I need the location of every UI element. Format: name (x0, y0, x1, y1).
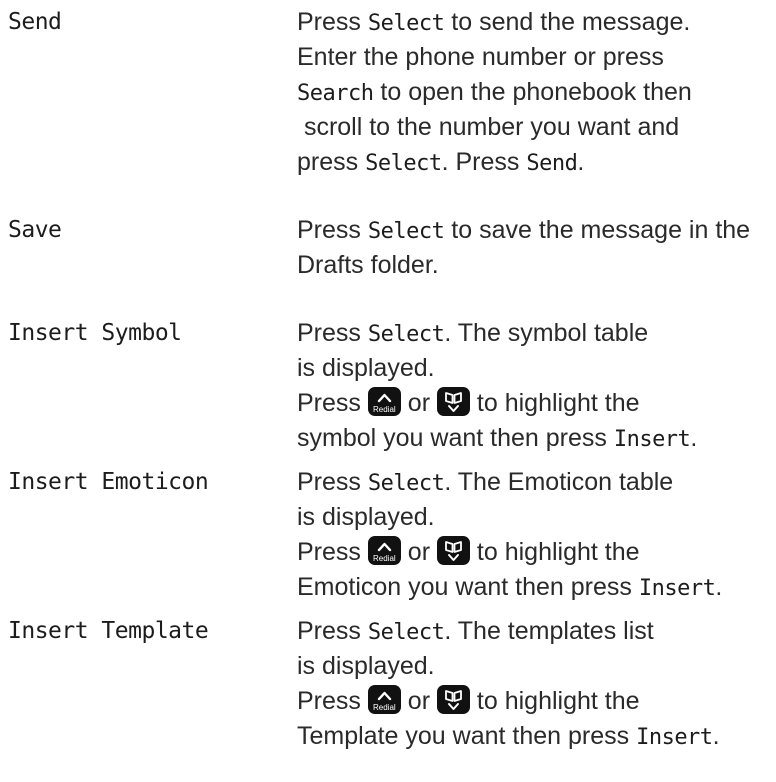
option-term: Insert Emoticon (8, 469, 209, 495)
key-label: Redial (373, 405, 396, 414)
description-text: is displayed. (297, 503, 435, 531)
description-text: to send the message. (444, 8, 691, 36)
description-text: . (712, 722, 720, 750)
description-text: is displayed. (297, 652, 435, 680)
description-text: to open the phonebook then (373, 78, 692, 106)
description-text: Enter the phone number or press (297, 43, 664, 71)
description-text: Press (297, 687, 368, 715)
option-description: Press Select to save the message in the D… (297, 213, 773, 283)
option-term: Insert Symbol (8, 320, 182, 346)
key-label: Redial (373, 554, 396, 563)
description-line: Press Select to save the message in the (297, 213, 773, 248)
description-text: or (400, 687, 437, 715)
softkey-name: Select (365, 151, 442, 176)
softkey-name: Select (367, 620, 445, 645)
description-line: Emoticon you want then press Insert. (297, 570, 773, 605)
option-term: Insert Template (8, 618, 209, 644)
description-text: Press (297, 319, 368, 347)
description-text: Press (297, 538, 368, 566)
description-line: Enter the phone number or press (297, 40, 773, 75)
description-text: to highlight the (469, 538, 640, 566)
description-line: is displayed. (297, 500, 773, 535)
description-text: . The symbol table (444, 319, 649, 347)
description-text: is displayed. (297, 354, 435, 382)
description-text: . Press (441, 148, 527, 176)
description-text: to highlight the (469, 389, 640, 417)
description-line: symbol you want then press Insert. (297, 421, 773, 456)
description-line: Template you want then press Insert. (297, 719, 773, 754)
description-text: . The Emoticon table (444, 468, 674, 496)
description-line: Press Select. The Emoticon table (297, 465, 773, 500)
description-text: Press (297, 617, 368, 645)
description-line: Press Select. The templates list (297, 614, 773, 649)
description-text: . (715, 573, 723, 601)
softkey-name: Search (297, 81, 374, 106)
description-text: or (400, 538, 437, 566)
redial-up-key-icon: Redial (367, 387, 401, 416)
description-text: Press (297, 389, 368, 417)
softkey-name: Select (367, 219, 445, 244)
description-text: Press (297, 216, 368, 244)
description-text: press (297, 148, 366, 176)
softkey-name: Insert (638, 576, 716, 601)
description-text: . The templates list (444, 617, 654, 645)
phonebook-down-key-icon (436, 387, 470, 416)
softkey-name: Select (367, 471, 445, 496)
option-term: Save (8, 217, 62, 243)
description-line: is displayed. (297, 351, 773, 386)
softkey-name: Send (526, 151, 578, 176)
softkey-name: Insert (636, 725, 713, 750)
description-text: to highlight the (469, 687, 640, 715)
option-term: Send (8, 9, 62, 35)
description-text: or (400, 389, 437, 417)
description-text: to save the message in the (444, 216, 751, 244)
description-line: Drafts folder. (297, 248, 773, 283)
description-line: is displayed. (297, 649, 773, 684)
description-line: Press Redial or to highlight the (297, 535, 773, 570)
description-text: Press (297, 8, 368, 36)
option-description: Press Select. The templates list is displ… (297, 614, 773, 754)
description-line: Press Redial or to highlight the (297, 386, 773, 421)
description-text: Template you want then press (297, 722, 637, 750)
redial-up-key-icon: Redial (367, 685, 401, 714)
option-description: Press Select to send the message. Enter t… (297, 5, 773, 180)
key-label: Redial (373, 703, 396, 712)
softkey-name: Select (367, 11, 445, 36)
description-line: Search to open the phonebook then (297, 75, 773, 110)
description-text: . (577, 148, 585, 176)
description-line: Press Select. The symbol table (297, 316, 773, 351)
description-text: Emoticon you want then press (297, 573, 639, 601)
description-line: press Select. Press Send. (297, 145, 773, 180)
description-line: Press Redial or to highlight the (297, 684, 773, 719)
redial-up-key-icon: Redial (367, 536, 401, 565)
description-line: scroll to the number you want and (297, 110, 773, 145)
description-text: scroll to the number you want and (297, 113, 680, 141)
instruction-table: Send Press Select to send the message. En… (0, 0, 776, 782)
description-text: . (690, 424, 698, 452)
description-text: Press (297, 468, 368, 496)
phonebook-down-key-icon (436, 536, 470, 565)
phonebook-down-key-icon (436, 685, 470, 714)
description-line: Press Select to send the message. (297, 5, 773, 40)
description-text: Drafts folder. (297, 251, 439, 279)
softkey-name: Select (367, 322, 445, 347)
option-description: Press Select. The symbol table is display… (297, 316, 773, 456)
description-text: symbol you want then press (297, 424, 614, 452)
option-description: Press Select. The Emoticon table is displ… (297, 465, 773, 605)
softkey-name: Insert (613, 427, 691, 452)
